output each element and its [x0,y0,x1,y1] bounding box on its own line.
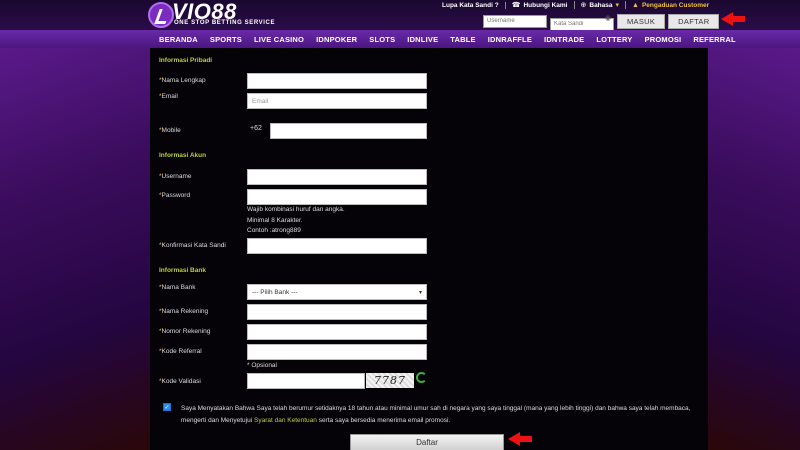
contact-link[interactable]: ☎ Hubungi Kami [506,1,575,9]
background-left [0,48,150,450]
nav-sports[interactable]: SPORTS [204,35,248,44]
mobile-input[interactable] [270,123,427,139]
chevron-down-icon: ▾ [615,2,620,9]
optional-hint: * Opsional [247,362,277,369]
forgot-password-link[interactable]: Lupa Kata Sandi ? [436,1,506,9]
warning-icon: ▲ [632,1,639,9]
register-button[interactable]: DAFTAR [668,13,720,29]
password-wrapper: ◉ [550,12,614,31]
captcha-image: 7787 [366,373,414,388]
username-input[interactable] [483,14,547,28]
refresh-icon[interactable] [416,372,427,383]
full-name-label: *Nama Lengkap [159,77,206,84]
eye-icon[interactable]: ◉ [605,14,611,22]
background-right [708,48,800,450]
complaint-link[interactable]: ▲ Pengaduan Customer [626,2,715,9]
email-label: *Email [159,93,178,100]
password-hint-3: Contoh :atrong889 [247,227,301,234]
nav-beranda[interactable]: BERANDA [153,35,204,44]
username-label: *Username [159,173,192,180]
account-name-label: *Nama Rekening [159,308,209,315]
nav-slots[interactable]: SLOTS [363,35,401,44]
account-name-input[interactable] [247,304,427,320]
registration-form: Informasi Pribadi *Nama Lengkap *Email E… [150,48,708,450]
nav-idnpoker[interactable]: IDNPOKER [310,35,363,44]
account-number-input[interactable] [247,324,427,340]
referral-input[interactable] [247,344,427,360]
arrow-register-icon [721,12,745,26]
nav-lottery[interactable]: LOTTERY [590,35,638,44]
bank-select-value: --- Pilih Bank --- [252,288,298,296]
mobile-prefix: +62 [250,125,262,132]
password-hint-1: Wajib kombinasi huruf dan angka. [247,206,345,213]
password-label: *Password [159,192,191,199]
validation-input[interactable] [247,373,365,389]
top-links: Lupa Kata Sandi ? ☎ Hubungi Kami ⊕ Bahasa ▾… [436,0,715,10]
referral-label: *Kode Referral [159,348,202,355]
confirm-password-label: *Konfirmasi Kata Sandi [159,242,226,249]
bank-select[interactable]: --- Pilih Bank --- ▾ [247,284,427,300]
logo[interactable]: VIO88 ONE STOP BETTING SERVICE [148,0,278,30]
section-personal-title: Informasi Pribadi [159,57,213,64]
mobile-label: *Mobile [159,127,181,134]
logo-tagline: ONE STOP BETTING SERVICE [174,20,276,26]
nav-idnraffle[interactable]: IDNRAFFLE [482,35,538,44]
nav-idntrade[interactable]: IDNTRADE [538,35,590,44]
terms-link[interactable]: Syarat dan Ketentuan [254,417,317,424]
globe-icon: ⊕ [580,2,587,9]
submit-register-button[interactable]: Daftar [350,434,504,450]
account-number-label: *Nomor Rekening [159,328,211,335]
main-nav: BERANDA SPORTS LIVE CASINO IDNPOKER SLOT… [0,30,800,48]
nav-table[interactable]: TABLE [444,35,481,44]
arrow-submit-icon [508,432,532,446]
terms-checkbox[interactable]: ✓ [163,403,171,411]
password-field[interactable] [247,189,427,205]
login-form: ◉ MASUK DAFTAR [483,12,720,31]
section-account-title: Informasi Akun [159,152,207,159]
bank-name-label: *Nama Bank [159,284,196,291]
confirm-password-field[interactable] [247,238,427,254]
full-name-input[interactable] [247,73,427,89]
phone-icon: ☎ [511,2,521,9]
header: VIO88 ONE STOP BETTING SERVICE Lupa Kata… [0,0,800,31]
password-hint-2: Minimal 8 Karakter. [247,217,303,224]
email-input[interactable]: Email [247,93,427,109]
section-bank-title: Informasi Bank [159,267,206,274]
validation-label: *Kode Validasi [159,378,201,385]
terms-text: Saya Menyatakan Bahwa Saya telah berumur… [181,405,691,424]
language-selector[interactable]: ⊕ Bahasa ▾ [575,1,627,9]
nav-live-casino[interactable]: LIVE CASINO [248,35,310,44]
logo-icon [148,2,174,28]
chevron-down-icon: ▾ [418,289,422,296]
nav-referral[interactable]: REFERRAL [687,35,741,44]
nav-idnlive[interactable]: IDNLIVE [401,35,444,44]
nav-promosi[interactable]: PROMOSI [639,35,688,44]
login-button[interactable]: MASUK [617,13,666,29]
username-field[interactable] [247,169,427,185]
